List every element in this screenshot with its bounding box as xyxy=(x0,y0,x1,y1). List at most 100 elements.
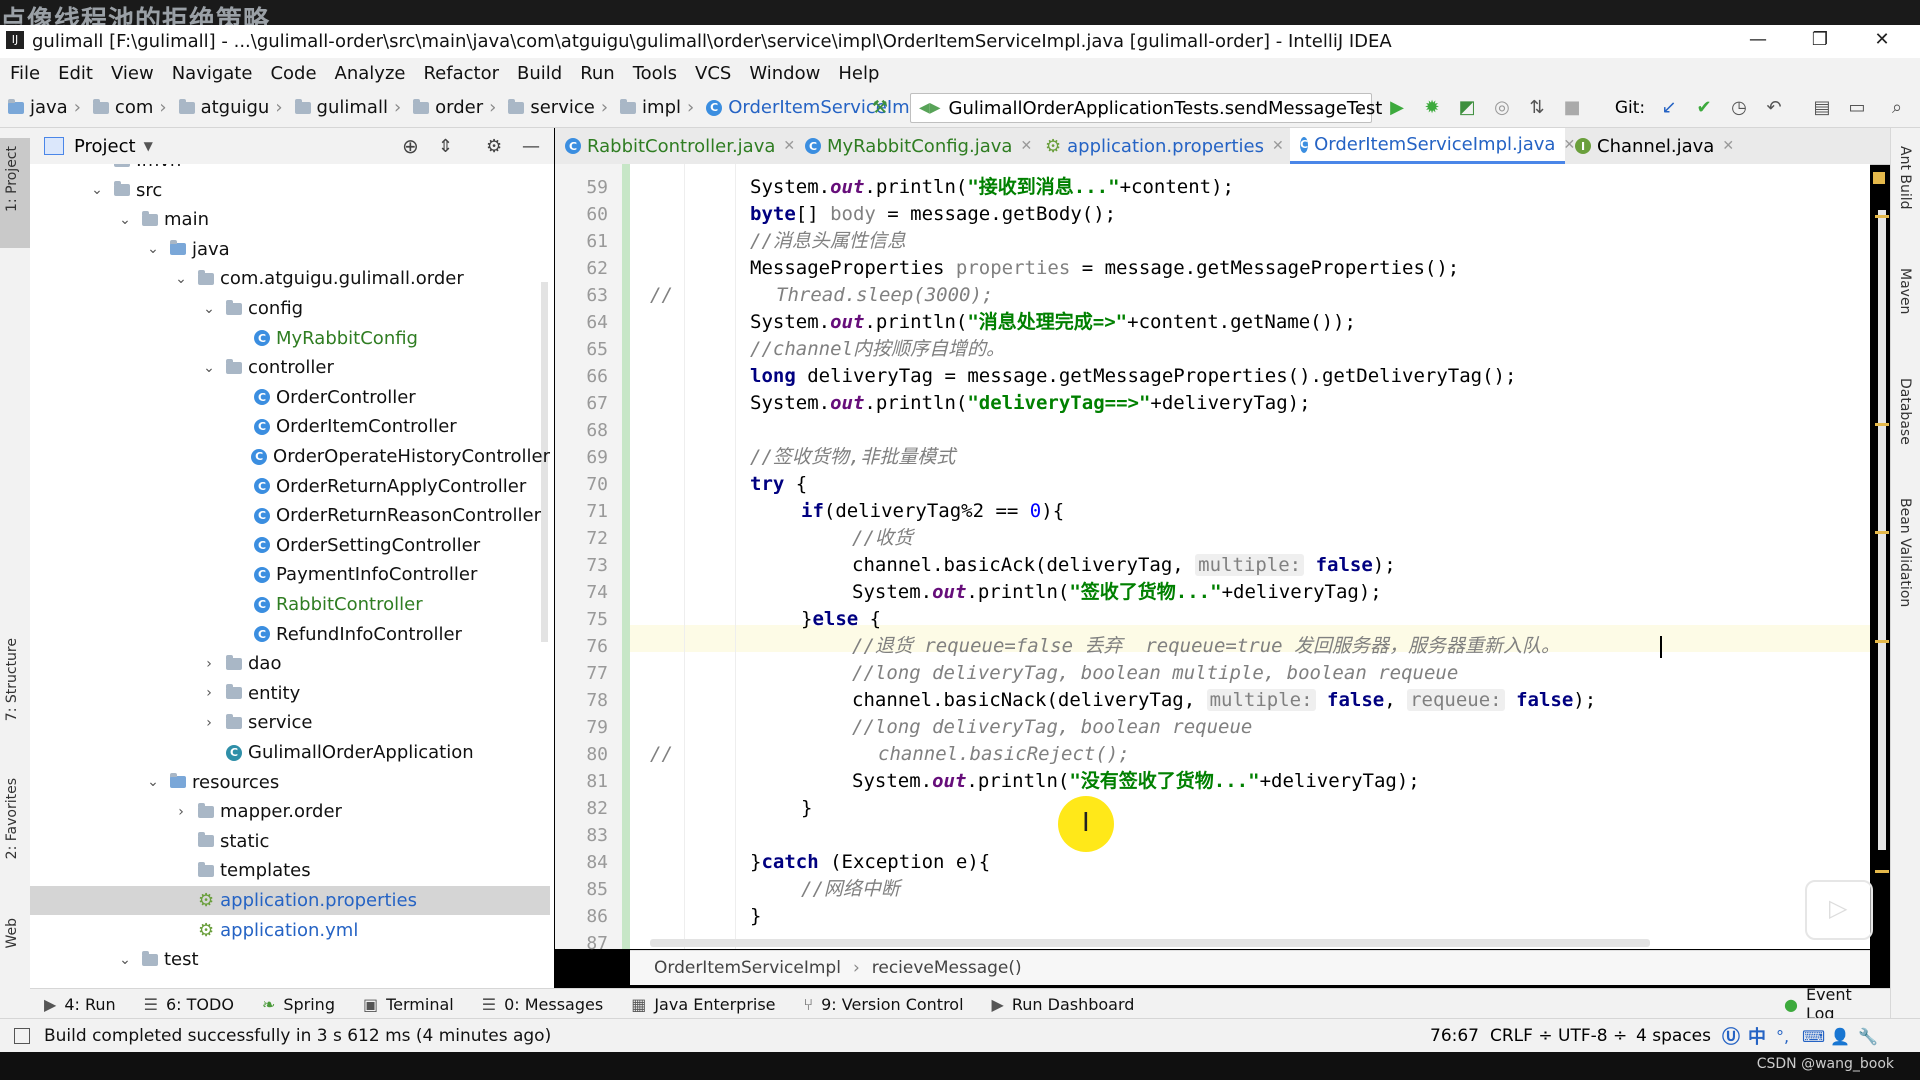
tree-item-test[interactable]: ⌄ test xyxy=(30,945,550,974)
tree-item-paymentinfocontroller[interactable]: C PaymentInfoController xyxy=(30,560,550,589)
tree-item-templates[interactable]: templates xyxy=(30,856,550,885)
menu-file[interactable]: File xyxy=(10,63,40,84)
warning-indicator-icon[interactable] xyxy=(1873,172,1885,184)
video-play-button[interactable]: ▷ xyxy=(1805,880,1873,940)
stop-icon[interactable]: ■ xyxy=(1560,96,1584,120)
gear-icon[interactable]: ⚙ xyxy=(486,136,502,157)
chevron-right-icon[interactable]: › xyxy=(202,656,216,672)
tab-rabbitcontroller[interactable]: C RabbitController.java ✕ xyxy=(555,128,815,164)
chevron-down-icon[interactable]: ⌄ xyxy=(202,360,216,376)
git-history-icon[interactable]: ◷ xyxy=(1727,96,1751,120)
menu-edit[interactable]: Edit xyxy=(58,63,93,84)
menu-analyze[interactable]: Analyze xyxy=(335,63,406,84)
tree-item-entity[interactable]: › entity xyxy=(30,679,550,708)
run-configuration-select[interactable]: ◀▶ GulimallOrderApplicationTests.sendMes… xyxy=(910,93,1382,123)
breadcrumb-class[interactable]: OrderItemServiceImpl xyxy=(654,958,841,978)
tree-item-dao[interactable]: › dao xyxy=(30,649,550,678)
tree-item-mapper-order[interactable]: › mapper.order xyxy=(30,797,550,826)
locate-icon[interactable]: ⊕ xyxy=(402,134,419,158)
tree-item-myrabbitconfig[interactable]: C MyRabbitConfig xyxy=(30,324,550,353)
tool-spring[interactable]: ❧ Spring xyxy=(262,995,335,1014)
attach-icon[interactable]: ⇅ xyxy=(1525,96,1549,120)
chevron-right-icon[interactable]: › xyxy=(90,164,104,169)
tool-run-dashboard[interactable]: ▶ Run Dashboard xyxy=(992,995,1135,1014)
menu-build[interactable]: Build xyxy=(517,63,562,84)
project-structure-icon[interactable]: ▤ xyxy=(1810,96,1834,120)
keyboard-icon[interactable]: ⌨ xyxy=(1802,1027,1825,1046)
nav-crumb-service[interactable]: service › xyxy=(508,97,614,118)
chevron-down-icon[interactable]: ⌄ xyxy=(202,301,216,317)
tree-item-com-atguigu-gulimall-order[interactable]: ⌄ com.atguigu.gulimall.order xyxy=(30,264,550,293)
git-rollback-icon[interactable]: ↶ xyxy=(1762,96,1786,120)
tree-item-refundinfocontroller[interactable]: C RefundInfoController xyxy=(30,620,550,649)
tree-item-orderoperatehistorycontroller[interactable]: C OrderOperateHistoryController xyxy=(30,442,550,471)
tree-item--mvn[interactable]: › .mvn xyxy=(30,164,550,175)
code-editor[interactable]: System.out.println("接收到消息..."+content); … xyxy=(630,164,1870,949)
scroll-marker[interactable] xyxy=(1875,640,1889,643)
search-icon[interactable]: ⌕ xyxy=(1885,96,1909,120)
tool-terminal[interactable]: ▣ Terminal xyxy=(363,995,454,1014)
chevron-right-icon[interactable]: › xyxy=(202,715,216,731)
wrench-icon[interactable]: 🔧 xyxy=(1858,1027,1878,1046)
nav-crumb-com[interactable]: com › xyxy=(92,97,173,118)
nav-crumb-java[interactable]: java › xyxy=(8,97,87,118)
chevron-right-icon[interactable]: › xyxy=(174,804,188,820)
nav-crumb-order[interactable]: order › xyxy=(413,97,502,118)
tree-item-orderreturnreasoncontroller[interactable]: C OrderReturnReasonController xyxy=(30,501,550,530)
git-commit-icon[interactable]: ✔ xyxy=(1692,96,1716,120)
tool-todo[interactable]: ☰ 6: TODO xyxy=(144,995,234,1014)
tool-ant-build[interactable]: Ant Build xyxy=(1897,146,1913,210)
hide-icon[interactable]: — xyxy=(522,136,540,157)
menu-view[interactable]: View xyxy=(111,63,154,84)
menu-run[interactable]: Run xyxy=(580,63,615,84)
tool-messages[interactable]: ☰ 0: Messages xyxy=(482,995,603,1014)
tree-item-java[interactable]: ⌄ java xyxy=(30,235,550,264)
menu-tools[interactable]: Tools xyxy=(633,63,677,84)
tool-project[interactable]: 1: Project xyxy=(4,146,20,212)
tree-item-ordercontroller[interactable]: C OrderController xyxy=(30,383,550,412)
tree-item-orderreturnapplycontroller[interactable]: C OrderReturnApplyController xyxy=(30,472,550,501)
menu-refactor[interactable]: Refactor xyxy=(423,63,499,84)
git-update-icon[interactable]: ↙ xyxy=(1657,96,1681,120)
project-panel-title[interactable]: Project xyxy=(74,136,136,157)
nav-crumb-gulimall[interactable]: gulimall › xyxy=(294,97,408,118)
editor-scrollbar[interactable] xyxy=(1878,210,1886,850)
chevron-down-icon[interactable]: ▼ xyxy=(144,139,153,153)
tree-item-resources[interactable]: ⌄ resources xyxy=(30,768,550,797)
close-icon[interactable]: ✕ xyxy=(1020,138,1032,154)
tree-item-config[interactable]: ⌄ config xyxy=(30,294,550,323)
profile-icon[interactable]: ◎ xyxy=(1490,96,1514,120)
nav-crumb-class[interactable]: C OrderItemServiceImpl xyxy=(706,97,926,118)
chevron-right-icon[interactable]: › xyxy=(202,685,216,701)
tree-item-application-yml[interactable]: ⚙ application.yml xyxy=(30,916,550,945)
ime-chinese-label[interactable]: 中 xyxy=(1748,1023,1766,1049)
breadcrumb-method[interactable]: recieveMessage() xyxy=(872,958,1022,978)
tree-item-service[interactable]: › service xyxy=(30,708,550,737)
tree-item-rabbitcontroller[interactable]: C RabbitController xyxy=(30,590,550,619)
line-separator[interactable]: CRLF ÷ xyxy=(1490,1026,1553,1046)
nav-crumb-atguigu[interactable]: atguigu › xyxy=(178,97,289,118)
scroll-marker[interactable] xyxy=(1875,870,1889,873)
tree-item-ordersettingcontroller[interactable]: C OrderSettingController xyxy=(30,531,550,560)
tab-application-properties[interactable]: ⚙ application.properties ✕ xyxy=(1035,128,1310,164)
build-hammer-icon[interactable]: ⚒ xyxy=(868,96,892,120)
user-icon[interactable]: 👤 xyxy=(1830,1027,1850,1046)
tool-structure[interactable]: 7: Structure xyxy=(4,638,20,721)
chevron-down-icon[interactable]: ⌄ xyxy=(146,241,160,257)
close-icon[interactable]: ✕ xyxy=(1722,138,1734,154)
menu-help[interactable]: Help xyxy=(838,63,879,84)
horizontal-scrollbar[interactable] xyxy=(650,939,1650,947)
chevron-down-icon[interactable]: ⌄ xyxy=(118,952,132,968)
menu-window[interactable]: Window xyxy=(749,63,820,84)
tree-item-controller[interactable]: ⌄ controller xyxy=(30,353,550,382)
tree-item-static[interactable]: static xyxy=(30,827,550,856)
caret-position[interactable]: 76:67 xyxy=(1430,1026,1479,1046)
tree-item-application-properties[interactable]: ⚙ application.properties xyxy=(30,886,550,915)
minimize-button[interactable]: — xyxy=(1738,29,1778,53)
scroll-marker[interactable] xyxy=(1875,215,1889,218)
ime-icon[interactable]: Ⓤ xyxy=(1722,1023,1740,1049)
tool-version-control[interactable]: ⑂ 9: Version Control xyxy=(804,995,964,1014)
collapse-icon[interactable]: ⇕ xyxy=(438,136,453,157)
tree-item-orderitemcontroller[interactable]: C OrderItemController xyxy=(30,412,550,441)
tool-bean-validation[interactable]: Bean Validation xyxy=(1897,498,1913,607)
